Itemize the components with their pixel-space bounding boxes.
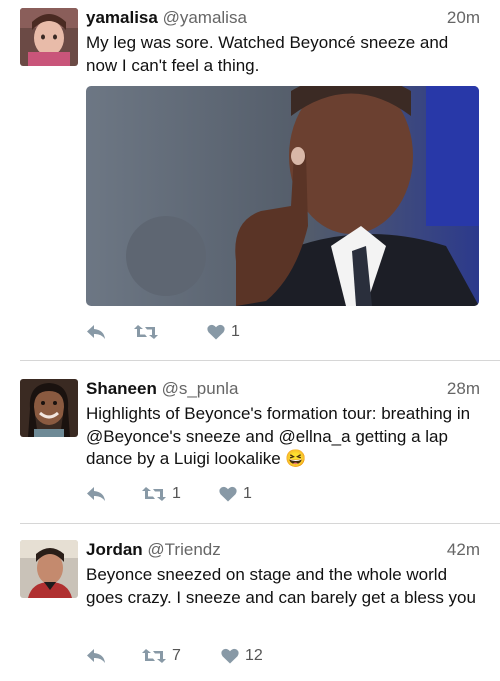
avatar[interactable] xyxy=(20,8,78,66)
tweet-3: Jordan @Triendz 42m Beyonce sneezed on s… xyxy=(0,524,500,681)
like-icon xyxy=(207,324,225,340)
tweet-text: Highlights of Beyonce's formation tour: … xyxy=(86,403,482,471)
tweet-text: Beyonce sneezed on stage and the whole w… xyxy=(86,565,476,607)
timestamp[interactable]: 20m xyxy=(447,8,480,28)
timestamp[interactable]: 42m xyxy=(447,540,480,560)
tweet-header: yamalisa @yamalisa 20m xyxy=(86,8,480,32)
user-handle[interactable]: @yamalisa xyxy=(163,8,247,27)
like-count: 12 xyxy=(245,647,263,664)
like-icon xyxy=(219,486,237,502)
reply-button[interactable] xyxy=(86,482,106,506)
reply-icon xyxy=(86,486,106,502)
reply-button[interactable] xyxy=(86,644,106,668)
laughing-emoji-icon: 😆 xyxy=(285,449,307,468)
tweet-text-body: Highlights of Beyonce's formation tour: … xyxy=(86,404,471,468)
display-name[interactable]: Shaneen xyxy=(86,379,157,398)
like-count: 1 xyxy=(231,323,240,340)
like-icon xyxy=(221,648,239,664)
retweet-icon xyxy=(142,648,166,664)
like-count: 1 xyxy=(243,485,252,502)
tweet-photo[interactable] xyxy=(86,86,479,306)
display-name[interactable]: yamalisa xyxy=(86,8,158,27)
like-button[interactable]: 1 xyxy=(219,482,252,506)
reply-button[interactable] xyxy=(86,320,106,344)
like-button[interactable]: 12 xyxy=(221,644,263,668)
reply-icon xyxy=(86,324,106,340)
user-handle[interactable]: @Triendz xyxy=(147,540,220,559)
tweet-1: yamalisa @yamalisa 20m My leg was sore. … xyxy=(0,0,500,360)
user-handle[interactable]: @s_punla xyxy=(162,379,239,398)
retweet-icon xyxy=(142,486,166,502)
tweet-header: Shaneen @s_punla 28m xyxy=(86,379,480,403)
timestamp[interactable]: 28m xyxy=(447,379,480,399)
tweet-2: Shaneen @s_punla 28m Highlights of Beyon… xyxy=(0,361,500,523)
avatar[interactable] xyxy=(20,540,78,598)
avatar[interactable] xyxy=(20,379,78,437)
tweet-text: My leg was sore. Watched Beyoncé sneeze … xyxy=(86,33,449,75)
retweet-button[interactable] xyxy=(134,320,164,344)
retweet-button[interactable]: 7 xyxy=(142,644,181,668)
retweet-count: 7 xyxy=(172,647,181,664)
retweet-count: 1 xyxy=(172,485,181,502)
like-button[interactable]: 1 xyxy=(207,320,240,344)
retweet-icon xyxy=(134,324,158,340)
display-name[interactable]: Jordan xyxy=(86,540,143,559)
retweet-button[interactable]: 1 xyxy=(142,482,181,506)
tweet-header: Jordan @Triendz 42m xyxy=(86,540,480,564)
reply-icon xyxy=(86,648,106,664)
